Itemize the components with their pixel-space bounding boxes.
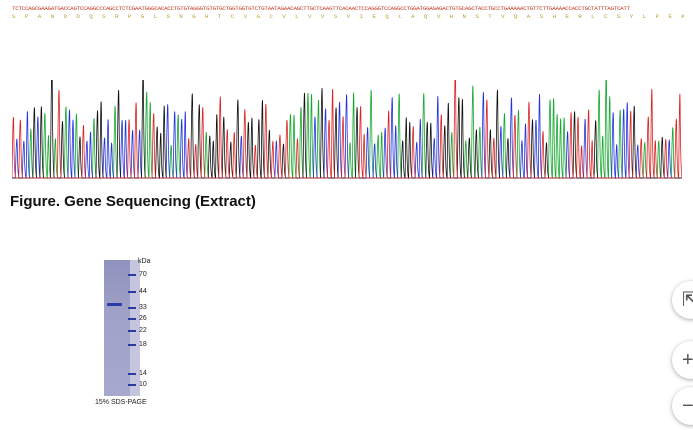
trace-c bbox=[12, 92, 682, 180]
marker-label: 26 bbox=[139, 315, 147, 322]
marker-label: 70 bbox=[139, 271, 147, 278]
sequence-text: TCTCCAGCGAAGATGACCAGTCCAGGCCCAGCCTCTCGAA… bbox=[12, 5, 684, 21]
figure-caption: Figure. Gene Sequencing (Extract) bbox=[10, 193, 256, 210]
chromatogram bbox=[12, 80, 682, 180]
zoom-in-button[interactable]: + bbox=[672, 341, 693, 379]
minus-icon: − bbox=[682, 395, 693, 417]
ladder-band bbox=[128, 318, 136, 320]
marker-label: 14 bbox=[139, 370, 147, 377]
ladder-band bbox=[128, 344, 136, 346]
ladder-band bbox=[128, 291, 136, 293]
protein-sequence: S P A N D D Q S R P G L S N G H T C V G … bbox=[12, 13, 684, 20]
ladder-band bbox=[128, 384, 136, 386]
ladder-band bbox=[128, 373, 136, 375]
ladder-band bbox=[128, 307, 136, 309]
collapse-icon: ⇱ bbox=[682, 289, 693, 311]
marker-label: 22 bbox=[139, 327, 147, 334]
zoom-out-button[interactable]: − bbox=[672, 387, 693, 425]
gel-unit-label: kDa bbox=[138, 258, 151, 265]
back-to-top-button[interactable]: ⇱ bbox=[672, 281, 693, 319]
marker-label: 10 bbox=[139, 381, 147, 388]
gel-sample-lane bbox=[104, 260, 130, 396]
gel-caption: 15% SDS-PAGE bbox=[95, 399, 147, 406]
ladder-band bbox=[128, 274, 136, 276]
marker-label: 44 bbox=[139, 288, 147, 295]
gel-image bbox=[90, 252, 162, 412]
ladder-band bbox=[128, 330, 136, 332]
dna-sequence: TCTCCAGCGAAGATGACCAGTCCAGGCCCAGCCTCTCGAA… bbox=[12, 5, 630, 12]
protein-band bbox=[107, 303, 122, 306]
marker-label: 33 bbox=[139, 304, 147, 311]
marker-label: 18 bbox=[139, 341, 147, 348]
plus-icon: + bbox=[682, 349, 693, 371]
